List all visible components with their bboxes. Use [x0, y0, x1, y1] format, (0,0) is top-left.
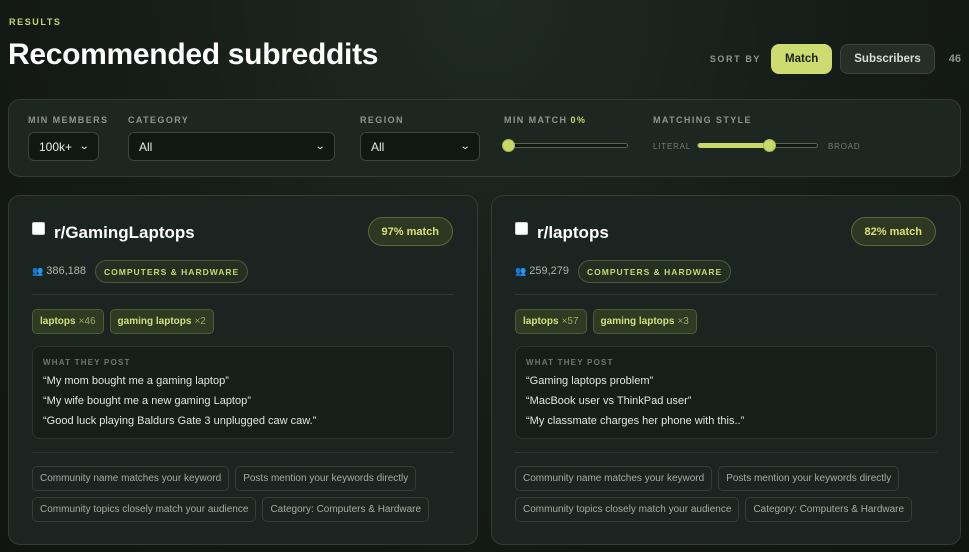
region-value: All: [371, 139, 385, 154]
matching-style-slider[interactable]: [697, 139, 818, 152]
keyword-chip: gaming laptops ×2: [109, 309, 214, 334]
matching-style-literal: LITERAL: [653, 142, 692, 151]
keyword-chip: laptops ×46: [32, 309, 104, 334]
filter-panel: MIN MEMBERS 100k+ ⌄ CATEGORY All ⌄ REGIO…: [8, 99, 961, 177]
page-title: Recommended subreddits: [8, 38, 379, 71]
keyword-term: laptops: [40, 316, 76, 327]
category-select[interactable]: All ⌄: [128, 132, 335, 161]
post-item: “MacBook user vs ThinkPad user”: [526, 395, 692, 407]
keyword-count: ×3: [677, 316, 689, 327]
chevron-down-icon: ⌄: [78, 141, 90, 152]
divider: [515, 452, 937, 453]
keyword-list: laptops ×46 gaming laptops ×2: [32, 309, 214, 334]
divider: [32, 294, 454, 295]
subreddit-name[interactable]: r/laptops: [537, 223, 609, 243]
result-count: 46: [948, 53, 961, 65]
keyword-term: gaming laptops: [117, 316, 192, 327]
select-checkbox[interactable]: [515, 222, 528, 235]
sort-subscribers-button[interactable]: Subscribers: [840, 44, 935, 74]
min-members-label: MIN MEMBERS: [28, 115, 109, 125]
chevron-down-icon: ⌄: [314, 141, 326, 152]
min-match-value: 0%: [570, 115, 587, 125]
keyword-term: gaming laptops: [600, 316, 675, 327]
people-icon: 👥: [515, 265, 527, 276]
member-count: 👥 259,279: [515, 265, 569, 277]
reason-chip: Posts mention your keywords directly: [718, 466, 900, 491]
keyword-count: ×2: [194, 316, 206, 327]
min-match-slider[interactable]: [502, 139, 628, 152]
min-match-label: MIN MATCH 0%: [504, 115, 586, 125]
keyword-chip: laptops ×57: [515, 309, 587, 334]
subreddit-card: r/laptops 82% match 👥 259,279 COMPUTERS …: [491, 195, 961, 545]
post-item: “Good luck playing Baldurs Gate 3 unplug…: [43, 415, 317, 427]
matching-style-broad: BROAD: [828, 142, 861, 151]
post-item: “Gaming laptops problem”: [526, 375, 654, 387]
divider: [32, 452, 454, 453]
category-badge: COMPUTERS & HARDWARE: [578, 260, 732, 283]
member-count-value: 259,279: [529, 265, 569, 277]
post-item: “My mom bought me a gaming laptop”: [43, 375, 229, 387]
region-select[interactable]: All ⌄: [360, 132, 480, 161]
category-value: All: [139, 139, 153, 154]
people-icon: 👥: [32, 265, 44, 276]
member-count: 👥 386,188: [32, 265, 86, 277]
reason-chip: Community name matches your keyword: [32, 466, 230, 491]
results-eyebrow: RESULTS: [9, 17, 62, 27]
min-members-value: 100k+: [39, 139, 73, 154]
category-label: CATEGORY: [128, 115, 190, 125]
sort-match-button[interactable]: Match: [771, 44, 833, 74]
divider: [515, 294, 937, 295]
sample-posts: WHAT THEY POST “My mom bought me a gamin…: [32, 346, 454, 439]
matching-style-slider-thumb[interactable]: [763, 139, 776, 152]
reason-chip: Community topics closely match your audi…: [515, 497, 740, 522]
select-checkbox[interactable]: [32, 222, 45, 235]
region-label: REGION: [360, 115, 404, 125]
match-badge: 97% match: [367, 217, 453, 246]
keyword-term: laptops: [523, 316, 559, 327]
post-item: “My classmate charges her phone with thi…: [526, 415, 745, 427]
subreddit-card: r/GamingLaptops 97% match 👥 386,188 COMP…: [8, 195, 478, 545]
matching-style-slider-fill: [698, 143, 769, 148]
keyword-count: ×57: [561, 316, 579, 327]
chevron-down-icon: ⌄: [459, 141, 471, 152]
reason-chip: Community name matches your keyword: [515, 466, 713, 491]
sort-label: SORT BY: [709, 54, 762, 64]
post-item: “My wife bought me a new gaming Laptop”: [43, 395, 251, 407]
subreddit-name[interactable]: r/GamingLaptops: [54, 223, 195, 243]
match-badge: 82% match: [850, 217, 936, 246]
reason-chip: Category: Computers & Hardware: [262, 497, 430, 522]
sort-controls: SORT BY Match Subscribers 46: [710, 44, 961, 74]
min-match-label-text: MIN MATCH: [504, 115, 568, 125]
keyword-count: ×46: [78, 316, 96, 327]
member-count-value: 386,188: [46, 265, 86, 277]
sample-posts: WHAT THEY POST “Gaming laptops problem” …: [515, 346, 937, 439]
reason-chip: Category: Computers & Hardware: [745, 497, 913, 522]
reason-list: Community name matches your keyword Post…: [32, 466, 467, 522]
posts-label: WHAT THEY POST: [43, 358, 131, 367]
category-badge: COMPUTERS & HARDWARE: [95, 260, 249, 283]
min-members-select[interactable]: 100k+ ⌄: [28, 132, 99, 161]
keyword-list: laptops ×57 gaming laptops ×3: [515, 309, 697, 334]
reason-list: Community name matches your keyword Post…: [515, 466, 950, 522]
posts-label: WHAT THEY POST: [526, 358, 614, 367]
matching-style-label: MATCHING STYLE: [653, 115, 752, 125]
min-match-slider-thumb[interactable]: [502, 139, 515, 152]
keyword-chip: gaming laptops ×3: [592, 309, 697, 334]
reason-chip: Community topics closely match your audi…: [32, 497, 257, 522]
reason-chip: Posts mention your keywords directly: [235, 466, 417, 491]
